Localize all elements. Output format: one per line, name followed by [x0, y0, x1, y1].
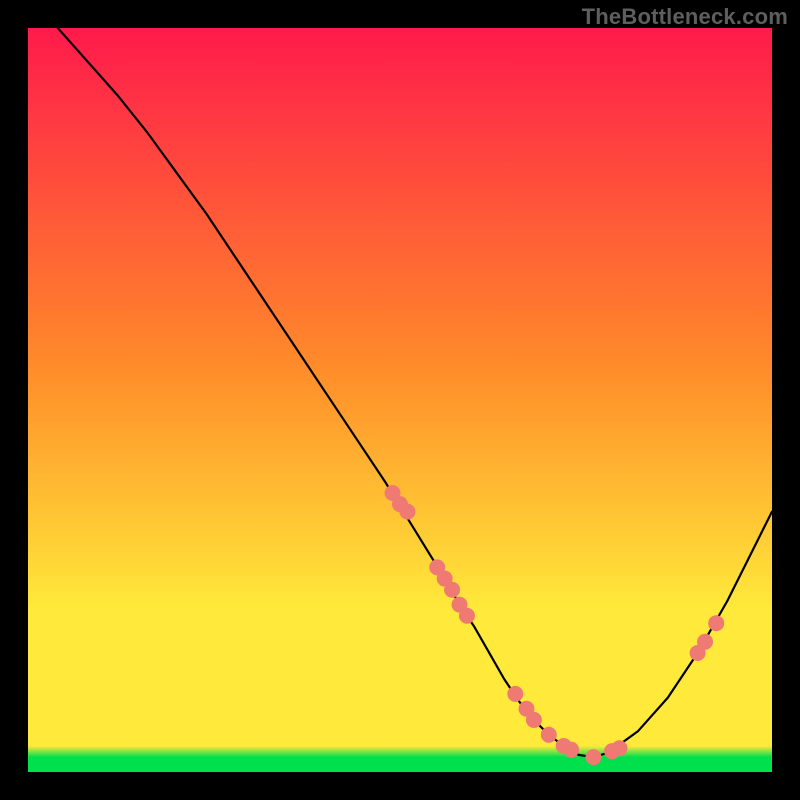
chart-canvas	[28, 28, 772, 772]
data-point	[611, 740, 627, 756]
data-point	[507, 686, 523, 702]
data-point	[459, 608, 475, 624]
data-point	[585, 749, 601, 765]
data-point	[444, 582, 460, 598]
data-point	[399, 504, 415, 520]
data-point	[526, 712, 542, 728]
data-point	[563, 742, 579, 758]
data-point	[708, 615, 724, 631]
watermark-label: TheBottleneck.com	[582, 4, 788, 30]
plot-area	[28, 28, 772, 772]
data-point	[541, 727, 557, 743]
data-point	[697, 634, 713, 650]
chart-frame: TheBottleneck.com	[0, 0, 800, 800]
